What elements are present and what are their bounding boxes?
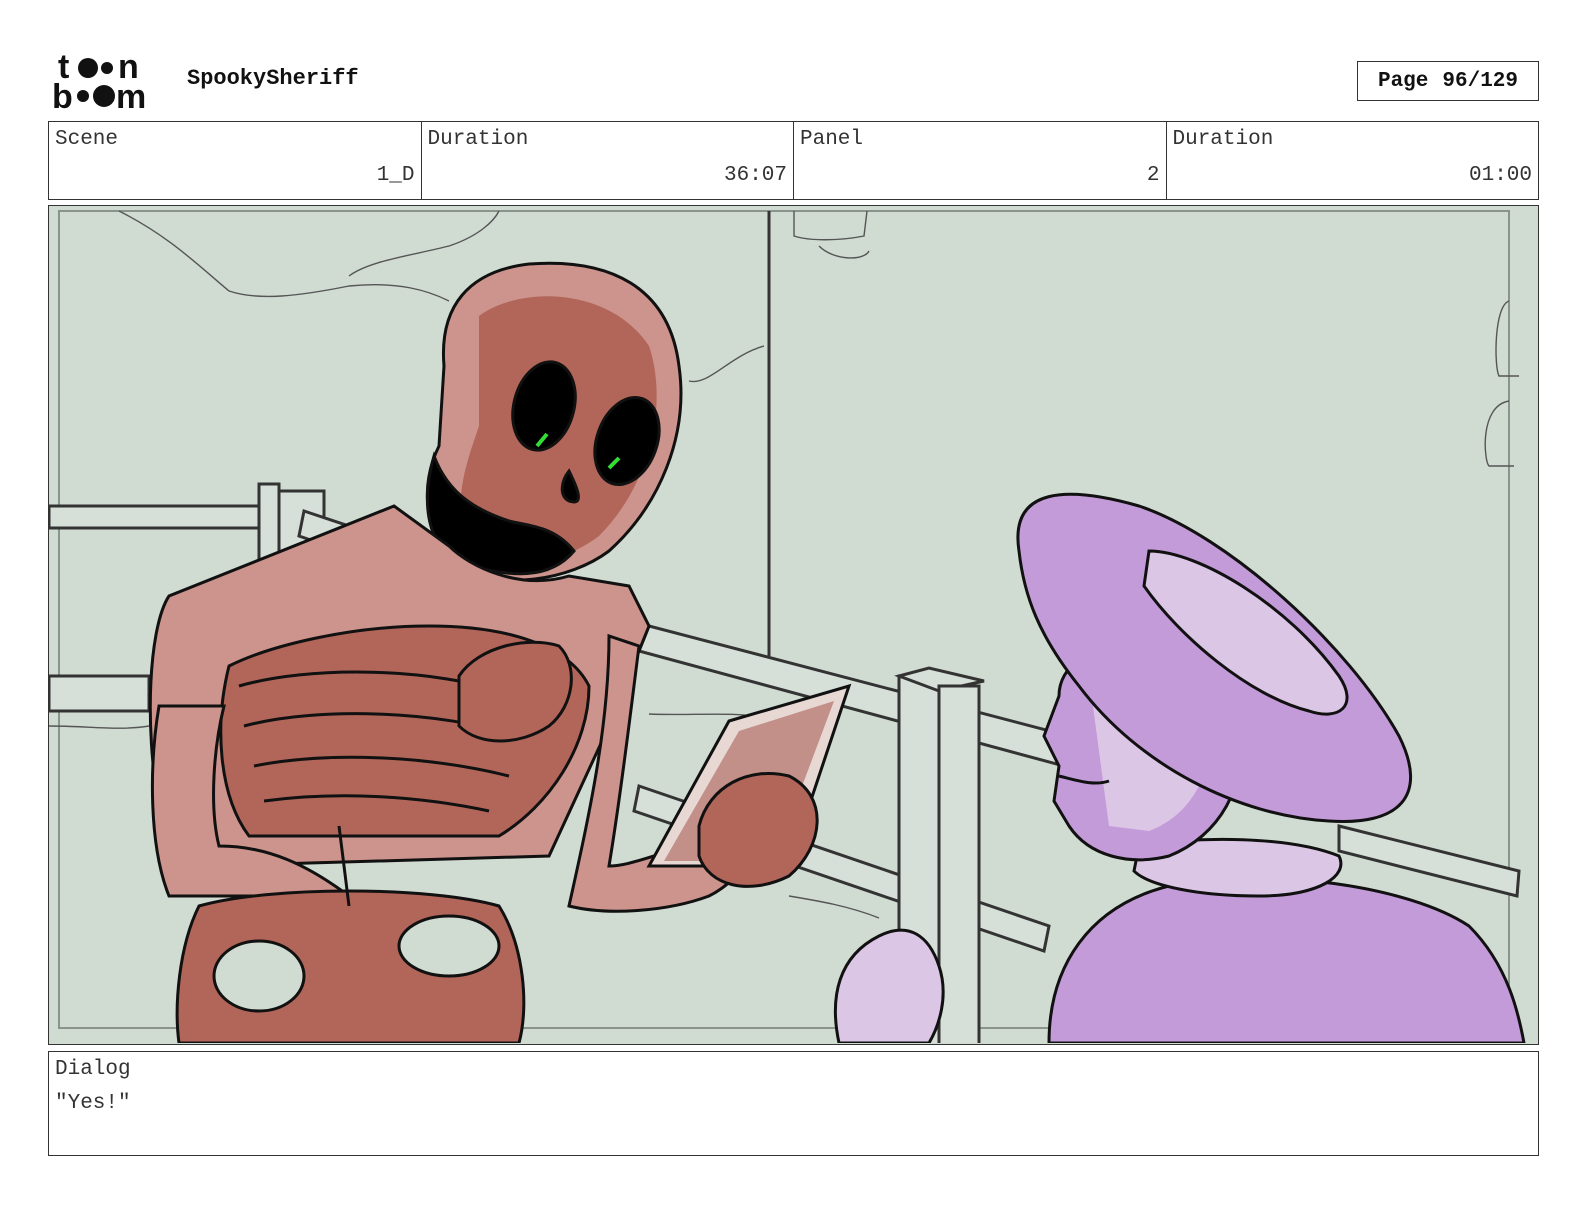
dialog-text: "Yes!" <box>55 1092 131 1115</box>
page-number: 96/129 <box>1442 69 1519 93</box>
scene-duration-label: Duration <box>427 128 529 151</box>
scene-label: Scene <box>55 128 119 151</box>
page-label: Page <box>1377 69 1429 93</box>
scene-duration-value: 36:07 <box>723 164 787 187</box>
scene-duration-cell: Duration 36:07 <box>422 122 794 199</box>
panel-duration-label: Duration <box>1172 128 1274 151</box>
project-title: SpookySheriff <box>187 66 359 91</box>
scene-value: 1_D <box>376 164 415 187</box>
panel-label: Panel <box>800 128 864 151</box>
panel-info-row: Scene 1_D Duration 36:07 Panel 2 Duratio… <box>48 121 1539 200</box>
dialog-label: Dialog <box>55 1058 131 1081</box>
panel-illustration <box>49 206 1537 1043</box>
scene-cell: Scene 1_D <box>49 122 422 199</box>
panel-cell: Panel 2 <box>794 122 1167 199</box>
svg-text:b: b <box>52 78 73 112</box>
svg-text:m: m <box>116 78 146 112</box>
dialog-box: Dialog "Yes!" <box>48 1051 1539 1156</box>
panel-duration-cell: Duration 01:00 <box>1167 122 1539 199</box>
panel-duration-value: 01:00 <box>1468 164 1532 187</box>
toonboom-logo: t n b m <box>52 48 164 116</box>
panel-value: 2 <box>1146 164 1160 187</box>
storyboard-panel <box>48 205 1539 1045</box>
page-indicator: Page 96/129 <box>1357 61 1539 101</box>
